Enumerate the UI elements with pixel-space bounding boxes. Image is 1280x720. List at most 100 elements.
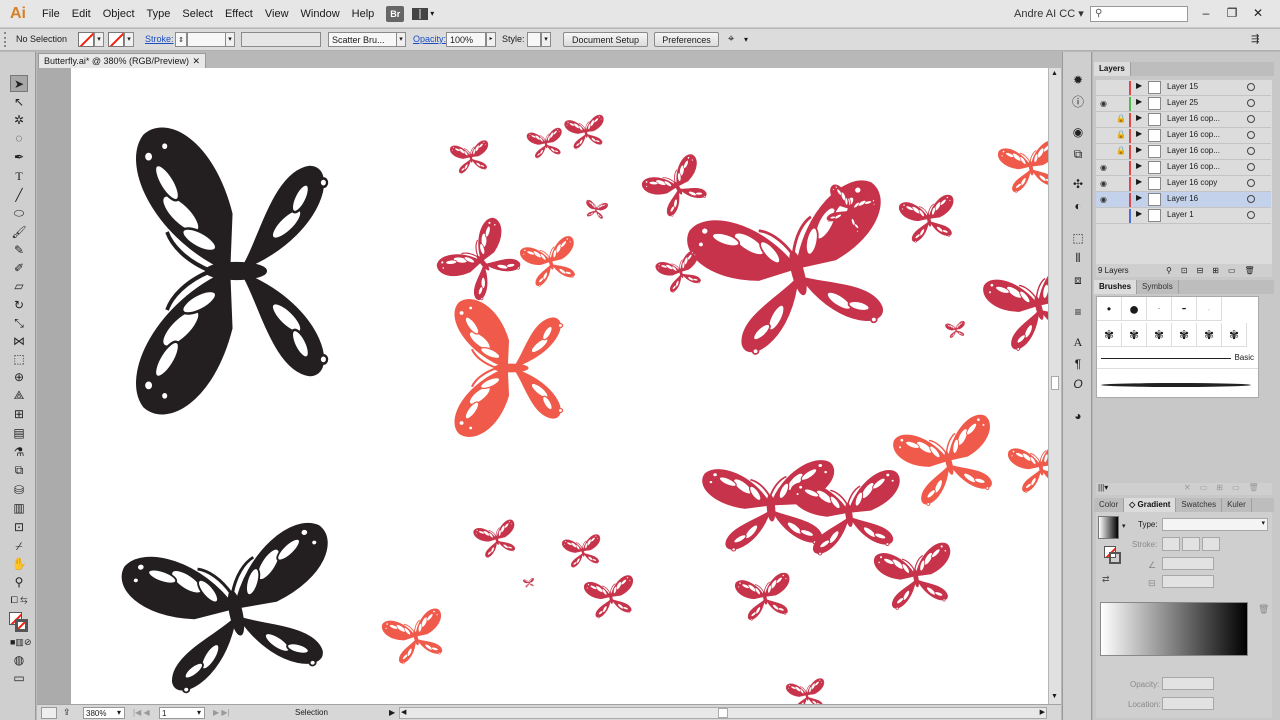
menu-type[interactable]: Type: [141, 0, 177, 28]
selection-tool-icon[interactable]: ➤: [10, 75, 28, 92]
control-bar-grip[interactable]: [4, 32, 6, 47]
visibility-toggle[interactable]: [1100, 131, 1110, 141]
symbol-sprayer-tool-icon[interactable]: ⛁: [10, 482, 28, 499]
line-tool-icon[interactable]: ╱: [10, 187, 28, 204]
target-icon[interactable]: [1247, 163, 1255, 171]
angle-field[interactable]: [1162, 557, 1214, 570]
lock-icon[interactable]: 🔒: [1116, 114, 1126, 123]
stroke-gradient-along[interactable]: [1182, 537, 1200, 551]
workspace-icon[interactable]: [41, 707, 57, 719]
symbols-icon[interactable]: ✣: [1070, 176, 1086, 192]
gradient-type-select[interactable]: ▾: [1162, 518, 1268, 531]
screen-mode-icon[interactable]: ▭: [10, 670, 28, 687]
graphic-styles-icon[interactable]: ⧉: [1070, 146, 1086, 162]
zoom-tool-icon[interactable]: ⚲: [10, 574, 28, 591]
free-transform-tool-icon[interactable]: ⬚: [10, 351, 28, 368]
tab-color[interactable]: Color: [1094, 498, 1125, 512]
navigator-icon[interactable]: ✹: [1070, 72, 1086, 88]
stroke-label-link[interactable]: Stroke:: [145, 32, 174, 47]
brush-dot-oval[interactable]: ⁃: [1172, 297, 1197, 321]
eye-icon[interactable]: ◉: [1100, 163, 1110, 173]
perspective-grid-tool-icon[interactable]: ⟁: [10, 387, 28, 404]
shape-builder-tool-icon[interactable]: ⊕: [10, 369, 28, 386]
user-account-menu[interactable]: Andre AI CC ▾: [1014, 7, 1084, 20]
graph-tool-icon[interactable]: ▥: [10, 500, 28, 517]
vertical-scrollbar[interactable]: ▲ ▼: [1048, 68, 1061, 704]
delete-stop-icon[interactable]: 🗑: [1258, 604, 1269, 615]
panel-menu-icon[interactable]: ⇶: [1251, 32, 1259, 47]
layer-row[interactable]: ▶ Layer 1: [1096, 208, 1271, 224]
restore-button[interactable]: ❐: [1222, 4, 1242, 22]
reverse-gradient-icon[interactable]: ⇄: [1102, 574, 1110, 585]
artboard-canvas[interactable]: [71, 68, 1048, 704]
scroll-left-icon[interactable]: ◀: [401, 707, 406, 718]
transform-icon[interactable]: ⬚: [1070, 230, 1086, 246]
expand-triangle-icon[interactable]: ▶: [1136, 193, 1142, 202]
visibility-toggle[interactable]: [1100, 147, 1110, 157]
eye-icon[interactable]: ◉: [1100, 99, 1110, 109]
lock-icon[interactable]: 🔒: [1116, 130, 1126, 139]
target-icon[interactable]: [1247, 179, 1255, 187]
arrange-documents-button[interactable]: ▾: [412, 7, 434, 20]
gradient-fill-stroke-icon[interactable]: [1104, 546, 1122, 564]
layer-row[interactable]: ◉ ▶ Layer 16: [1096, 192, 1271, 208]
target-icon[interactable]: [1247, 99, 1255, 107]
fill-stroke-swatches[interactable]: [9, 612, 29, 632]
blend-tool-icon[interactable]: ⧉: [10, 462, 28, 479]
lasso-tool-icon[interactable]: ◌: [10, 130, 28, 147]
expand-triangle-icon[interactable]: ▶: [1136, 161, 1142, 170]
chevron-down-icon[interactable]: ▾: [744, 32, 748, 47]
horizontal-scrollbar[interactable]: ◀ ▶: [399, 707, 1047, 719]
export-icon[interactable]: ⇪: [63, 707, 71, 719]
scatter-brush-6[interactable]: ✾: [1222, 323, 1247, 347]
layer-name[interactable]: Layer 16 cop...: [1167, 114, 1220, 123]
status-menu-icon[interactable]: ▶: [389, 707, 395, 719]
drawing-mode-icon[interactable]: ◍: [10, 652, 28, 669]
pathfinder-icon[interactable]: ⧈: [1070, 272, 1086, 288]
gradient-tool-icon[interactable]: ▤: [10, 425, 28, 442]
expand-triangle-icon[interactable]: ▶: [1136, 145, 1142, 154]
mesh-tool-icon[interactable]: ⊞: [10, 406, 28, 423]
first-artboard-icon[interactable]: |◀ ◀: [133, 707, 150, 719]
gradient-thumbnail[interactable]: [1098, 516, 1119, 539]
scatter-brush-4[interactable]: ✾: [1172, 323, 1197, 347]
width-tool-icon[interactable]: ⋈: [10, 333, 28, 350]
target-icon[interactable]: [1247, 147, 1255, 155]
close-icon[interactable]: ✕: [192, 54, 200, 68]
layer-actions-icons[interactable]: ⚲⊡⊟⊞▭🗑: [1166, 264, 1264, 277]
minimize-button[interactable]: –: [1196, 4, 1216, 22]
target-icon[interactable]: [1247, 131, 1255, 139]
scatter-brush-5[interactable]: ✾: [1197, 323, 1222, 347]
menu-file[interactable]: File: [36, 0, 66, 28]
aspect-ratio-field[interactable]: [1162, 575, 1214, 588]
layer-name[interactable]: Layer 1: [1167, 210, 1194, 219]
scatter-brush-3[interactable]: ✾: [1147, 323, 1172, 347]
menu-help[interactable]: Help: [346, 0, 381, 28]
layer-name[interactable]: Layer 16 copy: [1167, 178, 1217, 187]
layer-name[interactable]: Layer 15: [1167, 82, 1198, 91]
color-guide-icon[interactable]: ◐: [1070, 198, 1086, 214]
layer-row[interactable]: 🔒 ▶ Layer 16 cop...: [1096, 128, 1271, 144]
preferences-button[interactable]: Preferences: [654, 32, 719, 47]
bridge-button[interactable]: Br: [386, 5, 405, 22]
tab-kuler[interactable]: Kuler: [1222, 498, 1252, 512]
paintbrush-tool-icon[interactable]: 🖌: [10, 224, 28, 241]
default-colors-icon[interactable]: ⧠ ⇆: [10, 592, 28, 609]
brush-actions-icons[interactable]: ✕▭⊞▭🗑: [1184, 483, 1268, 492]
direct-selection-tool-icon[interactable]: ↖: [10, 94, 28, 111]
visibility-toggle[interactable]: [1100, 83, 1110, 93]
rotate-tool-icon[interactable]: ↻: [10, 297, 28, 314]
stroke-gradient-across[interactable]: [1202, 537, 1220, 551]
expand-triangle-icon[interactable]: ▶: [1136, 129, 1142, 138]
layer-name[interactable]: Layer 16 cop...: [1167, 130, 1220, 139]
menu-view[interactable]: View: [259, 0, 295, 28]
scroll-up-icon[interactable]: ▲: [1051, 70, 1058, 77]
eyedropper-tool-icon[interactable]: ⚗: [10, 444, 28, 461]
fill-swatch[interactable]: [78, 32, 94, 47]
menu-select[interactable]: Select: [176, 0, 219, 28]
stroke-panel-icon[interactable]: ≡: [1070, 304, 1086, 320]
magic-wand-tool-icon[interactable]: ✲: [10, 112, 28, 129]
tab-brushes[interactable]: Brushes: [1094, 280, 1138, 294]
graphic-style-dropdown[interactable]: ▾: [541, 32, 551, 47]
menu-object[interactable]: Object: [97, 0, 141, 28]
